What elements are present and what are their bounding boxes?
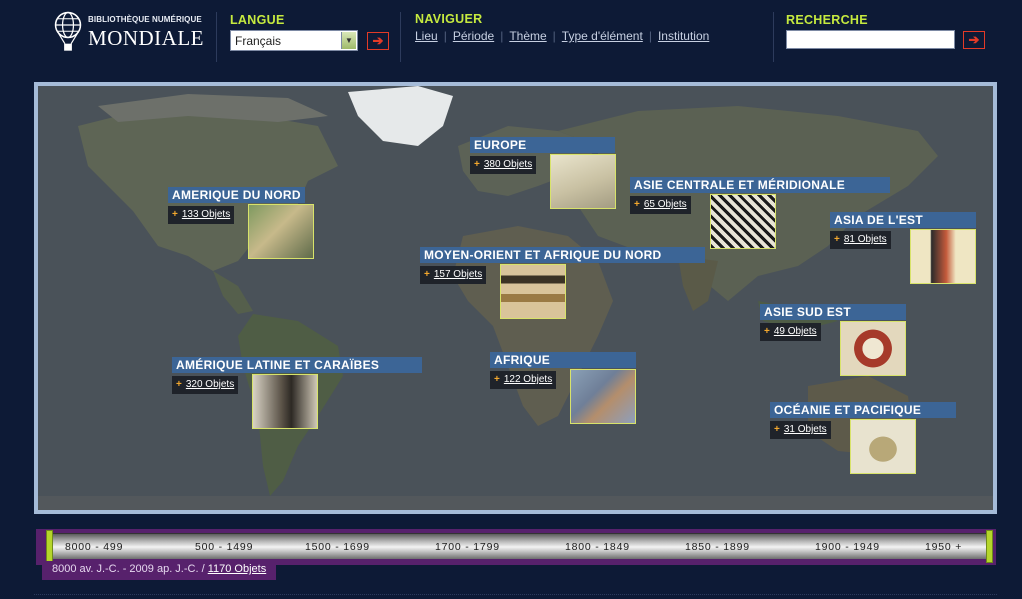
region-count-link[interactable]: 81 Objets <box>844 234 887 245</box>
region-count-link[interactable]: 320 Objets <box>186 379 234 390</box>
region-count: +157 Objets <box>420 266 487 284</box>
nav-separator: | <box>648 29 652 43</box>
timeline-period[interactable]: 8000 - 499 <box>65 541 123 553</box>
plus-icon: + <box>834 234 840 245</box>
region-title[interactable]: MOYEN-ORIENT ET AFRIQUE DU NORD <box>420 247 705 263</box>
timeline-end-handle[interactable] <box>986 530 993 563</box>
region-thumbnail[interactable] <box>248 204 314 259</box>
region-count: +122 Objets <box>490 371 557 389</box>
plus-icon: + <box>172 209 178 220</box>
search-title: RECHERCHE <box>786 13 868 27</box>
region-count: +81 Objets <box>830 231 891 249</box>
search-go-button[interactable]: ➔ <box>963 30 985 49</box>
region-count-link[interactable]: 122 Objets <box>504 374 552 385</box>
nav-separator: | <box>552 29 556 43</box>
region-thumbnail[interactable] <box>252 374 318 429</box>
region-title[interactable]: ASIE CENTRALE ET MÉRIDIONALE <box>630 177 890 193</box>
region-count-link[interactable]: 157 Objets <box>434 269 482 280</box>
nav-link-theme[interactable]: Thème <box>509 29 546 43</box>
plus-icon: + <box>634 199 640 210</box>
header: BIBLIOTHÈQUE NUMÉRIQUE MONDIALE LANGUE F… <box>0 0 1022 72</box>
region-count: +65 Objets <box>630 196 691 214</box>
search-section: RECHERCHE ➔ <box>786 13 985 49</box>
bottom-divider <box>34 594 997 595</box>
navigate-title: NAVIGUER <box>415 12 483 26</box>
region-title[interactable]: EUROPE <box>470 137 615 153</box>
language-selected-value: Français <box>235 33 282 48</box>
region-title[interactable]: ASIA DE L'EST <box>830 212 976 228</box>
region-count-link[interactable]: 380 Objets <box>484 159 532 170</box>
search-input[interactable] <box>786 30 955 49</box>
site-logo[interactable]: BIBLIOTHÈQUE NUMÉRIQUE MONDIALE <box>54 4 204 60</box>
region-thumbnail[interactable] <box>550 154 616 209</box>
region-count: +49 Objets <box>760 323 821 341</box>
timeline-summary-range: 8000 av. J.-C. - 2009 ap. J.-C. / <box>52 563 208 575</box>
plus-icon: + <box>774 424 780 435</box>
region-title[interactable]: OCÉANIE ET PACIFIQUE <box>770 402 956 418</box>
timeline-period[interactable]: 1900 - 1949 <box>815 541 880 553</box>
plus-icon: + <box>764 326 770 337</box>
header-divider <box>216 12 217 62</box>
region-count-link[interactable]: 31 Objets <box>784 424 827 435</box>
globe-balloon-icon <box>54 11 82 51</box>
language-select[interactable]: Français ▼ <box>230 30 358 51</box>
plus-icon: + <box>474 159 480 170</box>
region-title[interactable]: ASIE SUD EST <box>760 304 906 320</box>
timeline-bar[interactable]: 8000 - 499 500 - 1499 1500 - 1699 1700 -… <box>49 533 989 559</box>
region-title[interactable]: AMERIQUE DU NORD <box>168 187 305 203</box>
language-go-button[interactable]: ➔ <box>367 31 389 50</box>
region-count: +133 Objets <box>168 206 235 224</box>
timeline: 8000 - 499 500 - 1499 1500 - 1699 1700 -… <box>36 529 996 565</box>
timeline-period[interactable]: 1800 - 1849 <box>565 541 630 553</box>
plus-icon: + <box>494 374 500 385</box>
plus-icon: + <box>176 379 182 390</box>
nav-link-institution[interactable]: Institution <box>658 29 709 43</box>
region-count-link[interactable]: 65 Objets <box>644 199 687 210</box>
region-count-link[interactable]: 133 Objets <box>182 209 230 220</box>
region-thumbnail[interactable] <box>910 229 976 284</box>
timeline-period[interactable]: 1950 + <box>925 541 962 553</box>
header-divider <box>400 12 401 62</box>
timeline-period[interactable]: 500 - 1499 <box>195 541 253 553</box>
nav-separator: | <box>500 29 504 43</box>
region-count: +320 Objets <box>172 376 239 394</box>
timeline-periods: 8000 - 499 500 - 1499 1500 - 1699 1700 -… <box>49 534 989 560</box>
world-map: AMERIQUE DU NORD +133 Objets EUROPE +380… <box>38 86 993 510</box>
header-divider <box>773 12 774 62</box>
region-thumbnail[interactable] <box>500 264 566 319</box>
region-thumbnail[interactable] <box>850 419 916 474</box>
timeline-period[interactable]: 1700 - 1799 <box>435 541 500 553</box>
language-title: LANGUE <box>230 13 285 27</box>
logo-line2: MONDIALE <box>88 25 204 50</box>
chevron-down-icon[interactable]: ▼ <box>341 32 356 49</box>
navigate-section: NAVIGUER Lieu | Période | Thème | Type d… <box>415 12 709 43</box>
region-count: +380 Objets <box>470 156 537 174</box>
nav-separator: | <box>443 29 447 43</box>
region-title[interactable]: AMÉRIQUE LATINE ET CARAÏBES <box>172 357 422 373</box>
timeline-summary: 8000 av. J.-C. - 2009 ap. J.-C. / 1170 O… <box>42 561 277 580</box>
language-section: LANGUE Français ▼ ➔ <box>230 13 389 51</box>
nav-link-type[interactable]: Type d'élément <box>562 29 643 43</box>
region-count: +31 Objets <box>770 421 831 439</box>
timeline-start-handle[interactable] <box>46 530 53 563</box>
world-map-frame: AMERIQUE DU NORD +133 Objets EUROPE +380… <box>34 82 997 514</box>
region-title[interactable]: AFRIQUE <box>490 352 636 368</box>
timeline-period[interactable]: 1500 - 1699 <box>305 541 370 553</box>
logo-line1: BIBLIOTHÈQUE NUMÉRIQUE <box>88 14 202 24</box>
nav-link-periode[interactable]: Période <box>453 29 494 43</box>
plus-icon: + <box>424 269 430 280</box>
region-thumbnail[interactable] <box>710 194 776 249</box>
region-thumbnail[interactable] <box>840 321 906 376</box>
timeline-summary-count-link[interactable]: 1170 Objets <box>208 563 267 575</box>
timeline-period[interactable]: 1850 - 1899 <box>685 541 750 553</box>
region-thumbnail[interactable] <box>570 369 636 424</box>
region-count-link[interactable]: 49 Objets <box>774 326 817 337</box>
nav-link-lieu[interactable]: Lieu <box>415 29 438 43</box>
